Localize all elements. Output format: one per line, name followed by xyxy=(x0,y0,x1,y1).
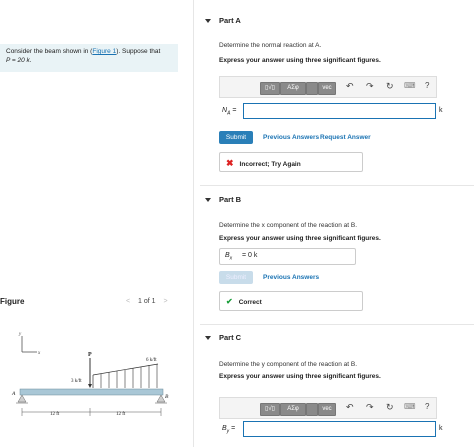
part-c-question: Determine the y component of the reactio… xyxy=(219,361,358,368)
greek-button[interactable]: ΑΣφ xyxy=(280,403,306,416)
keyboard-icon[interactable]: ⌨ xyxy=(404,81,416,90)
chevron-right-icon[interactable]: > xyxy=(164,298,168,305)
reset-icon[interactable]: ↻ xyxy=(386,81,394,92)
correct-check-icon: ✔ xyxy=(226,297,233,306)
templates-button[interactable]: ▯√▯ xyxy=(260,82,280,95)
vec-button[interactable]: vec xyxy=(318,403,336,416)
part-a-unit: k xyxy=(439,107,443,114)
dim-left-label: 12 ft xyxy=(50,412,60,417)
part-a-previous-answers-link[interactable]: Previous Answers xyxy=(263,134,319,141)
part-c-input[interactable] xyxy=(243,421,436,437)
reset-icon[interactable]: ↻ xyxy=(386,402,394,413)
part-b-submit-button: Submit xyxy=(219,271,253,284)
vec-button[interactable]: vec xyxy=(318,82,336,95)
greek-button[interactable]: ΑΣφ xyxy=(280,82,306,95)
part-c-instruction: Express your answer using three signific… xyxy=(219,373,381,380)
chevron-left-icon[interactable]: < xyxy=(126,298,130,305)
undo-icon[interactable]: ↶ xyxy=(346,402,354,413)
part-b-feedback: ✔ Correct xyxy=(219,291,363,311)
x-axis-label: x xyxy=(37,351,41,356)
part-c-header[interactable]: Part C xyxy=(205,333,241,342)
part-a-instruction: Express your answer using three signific… xyxy=(219,57,381,64)
part-b-feedback-text: Correct xyxy=(238,299,262,306)
part-b-header[interactable]: Part B xyxy=(205,195,241,204)
part-c-label: By = xyxy=(222,425,236,435)
collapse-triangle-icon xyxy=(205,198,211,203)
incorrect-x-icon: ✖ xyxy=(226,158,234,168)
separator-bc xyxy=(200,324,474,325)
figure-pager: < 1 of 1 > xyxy=(126,298,168,305)
part-b-question: Determine the x component of the reactio… xyxy=(219,222,358,229)
part-c-answer-row: By = k xyxy=(219,420,464,440)
part-a-header[interactable]: Part A xyxy=(205,16,241,25)
collapse-triangle-icon xyxy=(205,19,211,24)
intro-text: Consider the beam shown in ( xyxy=(6,48,93,55)
part-a-input[interactable] xyxy=(243,103,436,119)
part-c-unit: k xyxy=(439,425,443,432)
subscript-button[interactable] xyxy=(306,82,318,95)
part-a-title: Part A xyxy=(219,16,241,25)
subscript-button[interactable] xyxy=(306,403,318,416)
templates-button[interactable]: ▯√▯ xyxy=(260,403,280,416)
part-b-label: Bx xyxy=(225,252,233,262)
load-left-label: 3 k/ft xyxy=(71,379,82,384)
label-A: A xyxy=(11,391,16,397)
problem-intro: Consider the beam shown in (Figure 1). S… xyxy=(0,44,178,72)
part-b-previous-answers-link[interactable]: Previous Answers xyxy=(263,274,319,281)
load-P-label: P xyxy=(88,352,92,358)
part-b-answer-box: Bx = 0 k xyxy=(219,248,356,265)
redo-icon[interactable]: ↷ xyxy=(366,81,374,92)
part-c-title: Part C xyxy=(219,333,242,342)
part-a-answer-row: NA = k xyxy=(219,101,464,121)
load-P-arrowhead xyxy=(88,384,92,388)
keyboard-icon[interactable]: ⌨ xyxy=(404,402,416,411)
part-b-title: Part B xyxy=(219,195,242,204)
y-axis-label: y xyxy=(18,332,22,337)
separator-ab xyxy=(200,185,474,186)
figure-title: Figure xyxy=(0,297,25,306)
part-a-toolbar: ▯√▯ ΑΣφ vec ↶ ↷ ↻ ⌨ ? xyxy=(219,76,437,98)
beam-diagram: y x P 3 k/ft 6 k/ft A B 12 ft 12 ft xyxy=(11,332,169,417)
help-icon[interactable]: ? xyxy=(425,402,429,411)
load-arrows xyxy=(100,364,158,388)
load-top-line xyxy=(92,363,159,376)
part-a-label: NA = xyxy=(222,107,237,117)
redo-icon[interactable]: ↷ xyxy=(366,402,374,413)
support-A xyxy=(17,394,27,403)
part-b-value: = 0 k xyxy=(242,252,258,259)
collapse-triangle-icon xyxy=(205,336,211,341)
help-icon[interactable]: ? xyxy=(425,81,429,90)
part-a-feedback-text: Incorrect; Try Again xyxy=(239,161,301,168)
intro-text-suffix: ). Suppose that xyxy=(116,48,161,55)
part-a-request-answer-link[interactable]: Request Answer xyxy=(320,134,371,141)
part-a-question: Determine the normal reaction at A. xyxy=(219,42,322,49)
support-B xyxy=(156,394,166,403)
dim-right-label: 12 ft xyxy=(116,412,126,417)
part-b-instruction: Express your answer using three signific… xyxy=(219,235,381,242)
beam xyxy=(19,388,164,396)
column-divider xyxy=(193,0,194,447)
part-c-toolbar: ▯√▯ ΑΣφ vec ↶ ↷ ↻ ⌨ ? xyxy=(219,397,437,419)
intro-line2: P = 20 k. xyxy=(6,57,32,64)
load-right-label: 6 k/ft xyxy=(146,358,157,363)
figure-link[interactable]: Figure 1 xyxy=(92,48,116,55)
undo-icon[interactable]: ↶ xyxy=(346,81,354,92)
part-a-feedback: ✖ Incorrect; Try Again xyxy=(219,152,363,172)
part-a-submit-button[interactable]: Submit xyxy=(219,131,253,144)
label-B: B xyxy=(165,394,169,400)
pager-text: 1 of 1 xyxy=(138,298,156,305)
